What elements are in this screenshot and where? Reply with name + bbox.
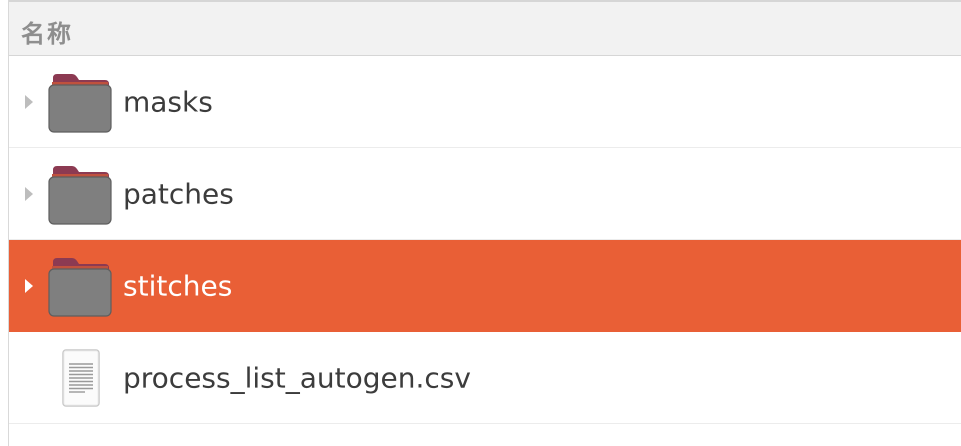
- item-name: patches: [123, 177, 234, 210]
- file-list-view: 名称 masks patches stitches process_list_a…: [8, 0, 961, 446]
- folder-icon: [48, 257, 112, 317]
- item-name: process_list_autogen.csv: [123, 361, 471, 394]
- expand-arrow-icon[interactable]: [25, 186, 33, 201]
- expand-arrow-icon[interactable]: [25, 94, 33, 109]
- item-name: stitches: [123, 269, 233, 302]
- list-item-process-list-csv[interactable]: process_list_autogen.csv: [9, 332, 961, 424]
- list-item-stitches[interactable]: stitches: [9, 240, 961, 332]
- folder-icon: [48, 165, 112, 225]
- text-file-icon: [62, 348, 100, 407]
- list-header: 名称: [9, 0, 961, 56]
- list-item-masks[interactable]: masks: [9, 56, 961, 148]
- item-name: masks: [123, 85, 213, 118]
- name-column-header[interactable]: 名称: [21, 14, 73, 49]
- list-item-patches[interactable]: patches: [9, 148, 961, 240]
- expand-arrow-icon[interactable]: [25, 278, 33, 293]
- folder-icon: [48, 73, 112, 133]
